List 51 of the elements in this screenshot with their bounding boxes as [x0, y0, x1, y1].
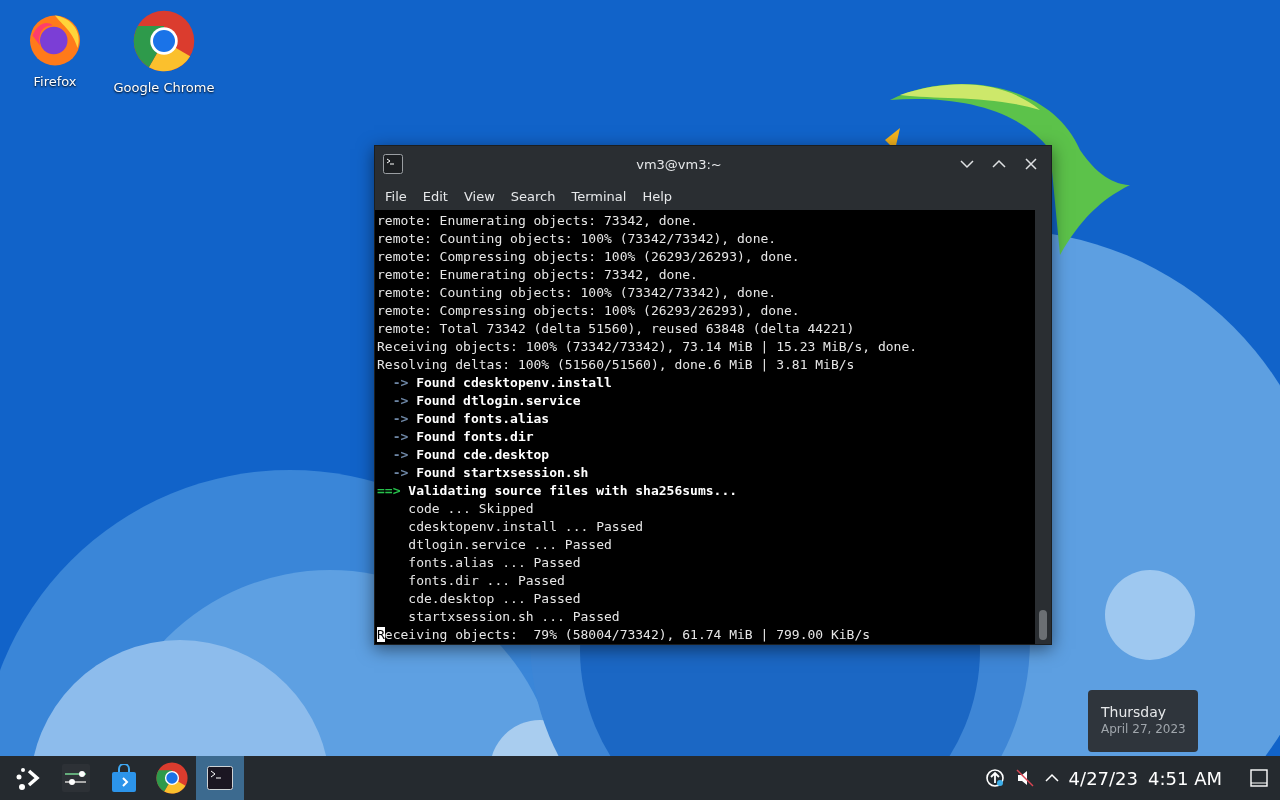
shopping-bag-icon: [111, 764, 137, 792]
chrome-icon: [131, 8, 197, 74]
terminal-line: -> Found startxsession.sh: [391, 464, 590, 482]
window-title: vm3@vm3:~: [635, 156, 723, 172]
chrome-icon: [155, 761, 189, 795]
terminal-line: remote: Counting objects: 100% (73342/73342), done.: [377, 230, 778, 248]
terminal-line: fonts.dir ... Passed: [407, 572, 566, 590]
terminal-line: fonts.alias ... Passed: [407, 554, 582, 572]
terminal-line: remote: Total 73342 (delta 51560), reused 63848 (delta 44221): [377, 320, 856, 338]
terminal-line: cdesktopenv.install ... Passed: [407, 518, 645, 536]
show-desktop-icon[interactable]: [1250, 769, 1268, 787]
launcher-icon: [15, 765, 41, 791]
expand-tray-icon[interactable]: [1044, 773, 1059, 783]
terminal-line: -> Found dtlogin.service: [391, 392, 582, 410]
desktop-icon-label[interactable]: Google Chrome: [113, 80, 215, 95]
chevron-down-icon: [960, 157, 974, 171]
scrollbar-thumb[interactable]: [1039, 610, 1047, 640]
terminal-line: Resolving deltas: 100% (51560/51560), done.6 MiB | 3.81 MiB/s: [377, 356, 856, 374]
date-text[interactable]: 4/27/23: [1068, 767, 1138, 789]
terminal-line: -> Found fonts.alias: [391, 410, 551, 428]
terminal-line: remote: Counting objects: 100% (73342/73342), done.: [377, 284, 778, 302]
settings-icon: [62, 764, 90, 792]
terminal-line: ==> Validating source files with sha256sums...: [377, 482, 739, 500]
terminal-line: remote: Enumerating objects: 73342, done.: [377, 266, 699, 284]
terminal-line: remote: Compressing objects: 100% (26293/26293), done.: [377, 302, 801, 320]
terminal-line: cde.desktop ... Passed: [407, 590, 582, 608]
terminal-icon: [207, 766, 233, 790]
tooltip-date: April 27, 2023: [1101, 722, 1187, 736]
terminal-line: -> Found cde.desktop: [391, 446, 551, 464]
taskbar-app[interactable]: [196, 756, 244, 800]
terminal-line: code ... Skipped: [407, 500, 535, 518]
terminal-line: remote: Compressing objects: 100% (26293/26293), done.: [377, 248, 801, 266]
terminal-line: -> Found cdesktopenv.install: [391, 374, 613, 392]
update-icon[interactable]: [984, 768, 1005, 788]
menu-item[interactable]: View: [457, 186, 505, 206]
menu-item[interactable]: Edit: [416, 186, 458, 206]
menu-item[interactable]: Help: [636, 186, 683, 206]
muted-speaker-icon[interactable]: [1014, 768, 1035, 788]
time-text[interactable]: 4:51 AM: [1148, 767, 1222, 789]
terminal-line: dtlogin.service ... Passed: [407, 536, 613, 554]
terminal-line: startxsession.sh ... Passed: [407, 608, 621, 626]
terminal-line: -> Found fonts.dir: [391, 428, 535, 446]
menu-item[interactable]: Terminal: [565, 186, 637, 206]
close-icon: [1024, 157, 1038, 171]
desktop-icon-label[interactable]: Firefox: [33, 74, 77, 89]
terminal-line: remote: Enumerating objects: 73342, done.: [377, 212, 699, 230]
menu-item[interactable]: Search: [504, 186, 566, 206]
terminal-icon: [383, 154, 403, 174]
menu-item[interactable]: File: [379, 186, 417, 206]
terminal-line: Receiving objects: 100% (73342/73342), 73.14 MiB | 15.23 MiB/s, done.: [377, 338, 919, 356]
tooltip-day: Thursday: [1101, 704, 1198, 720]
